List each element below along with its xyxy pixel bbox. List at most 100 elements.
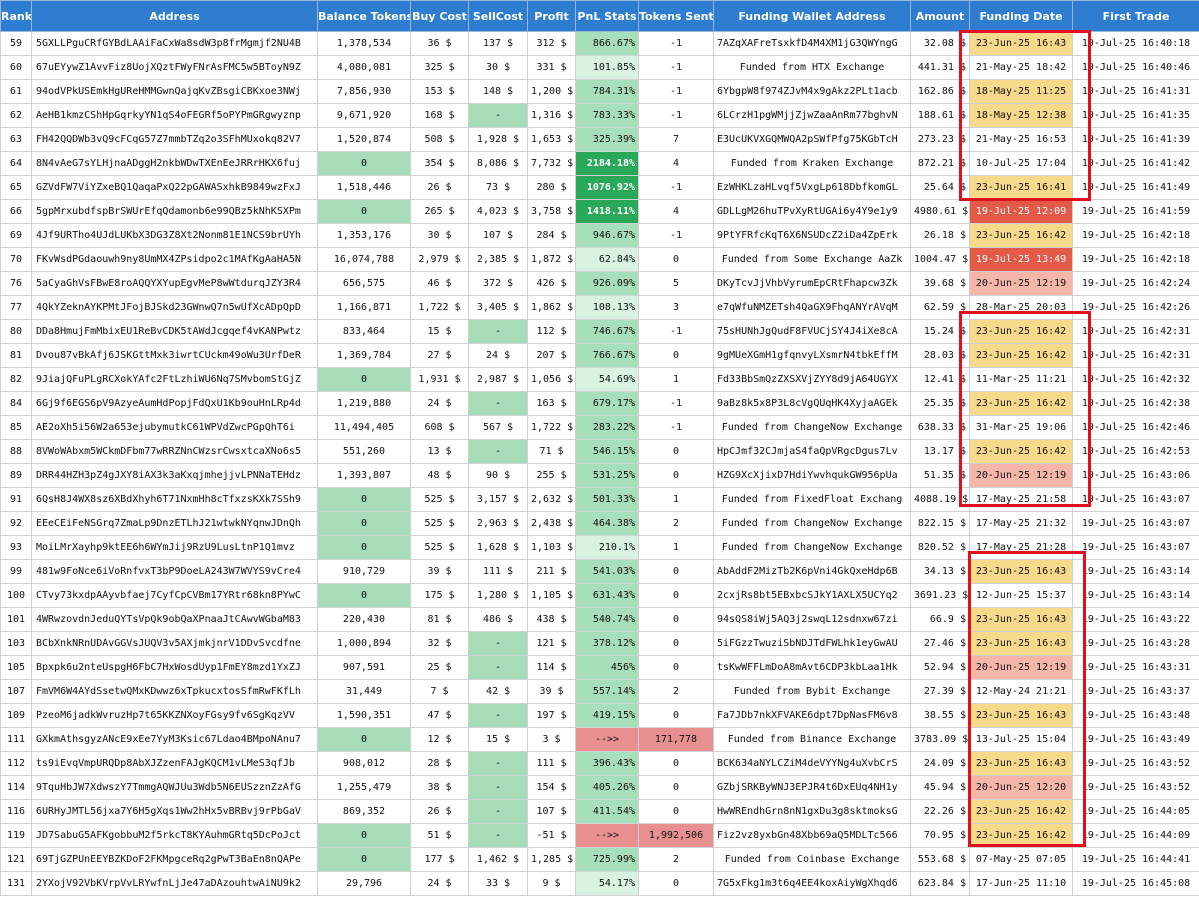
funding-wallet-cell: Funded from Bybit Exchange [713,679,911,704]
table-row[interactable]: 131 2YXojV92VbKVrpVvLRYwfnLjJe47aDAzouhtw… [0,871,1199,896]
table-row[interactable]: 116 6URHyJMTL56jxa7Y6H5gXqs1Ww2hHx5vBRBvj… [0,799,1199,824]
table-row[interactable]: 89 DRR44HZH3pZ4gJXY8iAX3k3aKxqjmhejjvLPNN… [0,463,1199,488]
table-row[interactable]: 107 FmVM6W4AYdSsetwQMxKDwwz6xTpkucxtosSfm… [0,679,1199,704]
funding-wallet-cell: 9PtYFRfcKqT6X6NSUDcZ2iDa4ZpErk [713,223,911,248]
buy-cost-cell: 525 $ [410,511,469,536]
rank-cell: 99 [0,559,32,584]
sell-cost-cell: 137 $ [468,31,528,56]
table-row[interactable]: 99 481w9FoNce6iVoRnfvxT3bP9DoeLA243W7WVYS… [0,559,1199,584]
table-row[interactable]: 105 Bpxpk6u2nteUspgH6FbC7HxWosdUyp1FmEY8m… [0,655,1199,680]
amount-cell: 70.95 $ [910,823,970,848]
amount-cell: 4980.61 $ [910,199,970,224]
buy-cost-cell: 265 $ [410,199,469,224]
table-row[interactable]: 93 MoiLMrXayhp9ktEE6h6WYmJij9RzU9LusLtnP1… [0,535,1199,560]
address-cell: 4QkYZeknAYKPMtJFojBJSkd23GWnwQ7n5wUfXcAD… [31,295,318,320]
column-header-amount[interactable]: Amount [910,0,970,32]
address-cell: JD7SabuG5AFKgobbuM2f5rkcT8KYAuhmGRtq5DcP… [31,823,318,848]
table-row[interactable]: 66 5gpMrxubdfspBrSWUrEfqQdamonb6e99QBz5kN… [0,199,1199,224]
funding-wallet-cell: 6LCrzH1pgWMjjZjwZaaAnRm77bghvN [713,103,911,128]
table-row[interactable]: 81 Dvou87vBkAfj6JSKGttMxk3iwrtCUckm49oWu3… [0,343,1199,368]
table-row[interactable]: 82 9JiajQFuPLgRCXokYAfc2FtLzhiWU6Nq7SMvbo… [0,367,1199,392]
table-row[interactable]: 84 6Gj9f6EGS6pV9AzyeAumHdPopjFdQxU1Kb9ouH… [0,391,1199,416]
sell-cost-cell: 1,280 $ [468,583,528,608]
pnl-cell: 557.14% [575,679,639,704]
column-header-rank[interactable]: Rank [0,0,32,32]
table-row[interactable]: 59 5GXLLPguCRfGYBdLAAiFaCxWa8sdW3p8frMgmj… [0,31,1199,56]
column-header-balance-tokens[interactable]: Balance Tokens [317,0,411,32]
pnl-cell: 501.33% [575,487,639,512]
amount-cell: 28.03 $ [910,343,970,368]
table-row[interactable]: 111 GXkmAthsgyzANcE9xEe7YyM3Ksic67Ldao4BM… [0,727,1199,752]
pnl-cell: 108.13% [575,295,639,320]
address-cell: 5gpMrxubdfspBrSWUrEfqQdamonb6e99QBz5kNhK… [31,199,318,224]
table-row[interactable]: 64 8N4vAeG7sYLHjnaADggH2nkbWDwTXEnEeJRRrH… [0,151,1199,176]
first-trade-cell: 19-Jul-25 16:42:46 [1072,415,1199,440]
buy-cost-cell: 26 $ [410,799,469,824]
address-cell: FmVM6W4AYdSsetwQMxKDwwz6xTpkucxtosSfmRwF… [31,679,318,704]
balance-cell: 1,378,534 [317,31,411,56]
column-header-first-trade[interactable]: First Trade [1072,0,1199,32]
table-row[interactable]: 103 BCbXnkNRnUDAvGGVsJUQV3v5AXjmkjnrV1DDv… [0,631,1199,656]
table-row[interactable]: 69 4Jf9URTho4UJdLUKbX3DG3Z8Xt2Nonm81E1NCS… [0,223,1199,248]
profit-cell: 1,105 $ [527,583,576,608]
address-cell: CTvy73kxdpAAyvbfaej7CyfCpCVBm17YRtr68kn8… [31,583,318,608]
address-cell: FH42QQDWb3vQ9cFCqG57Z7mmbTZq2o3SFhMUxokq… [31,127,318,152]
amount-cell: 45.94 $ [910,775,970,800]
address-cell: GZVdFW7ViYZxeBQ1QaqaPxQ22pGAWASxhkB9849w… [31,175,318,200]
rank-cell: 119 [0,823,32,848]
profit-cell: 438 $ [527,607,576,632]
table-row[interactable]: 112 ts9iEvqVmpURQDp8AbXJZzenFAJgKQCM1vLMe… [0,751,1199,776]
first-trade-cell: 19-Jul-25 16:43:06 [1072,463,1199,488]
column-header-address[interactable]: Address [31,0,318,32]
table-row[interactable]: 101 4WRwzovdnJeduQYTsVpQk9obQaXPnaaJtCAwv… [0,607,1199,632]
column-header-profit[interactable]: Profit [527,0,576,32]
amount-cell: 1004.47 $ [910,247,970,272]
balance-cell: 907,591 [317,655,411,680]
amount-cell: 51.35 $ [910,463,970,488]
funding-date-cell: 21-May-25 16:53 [969,127,1073,152]
table-row[interactable]: 109 PzeoM6jadkWvruzHp7t65KKZNXoyFGsy9fv6S… [0,703,1199,728]
table-row[interactable]: 121 69TjGZPUnEEYBZKDoF2FKMpgceRq2gPwT3BaE… [0,847,1199,872]
column-header-pnl-stats[interactable]: PnL Stats [575,0,639,32]
table-row[interactable]: 85 AE2oXh5i56W2a653ejubymutkC61WPVdZwcPGp… [0,415,1199,440]
first-trade-cell: 19-Jul-25 16:42:53 [1072,439,1199,464]
table-row[interactable]: 61 94odVPkUSEmkHgUReHMMGwnQajqKvZBsgiCBKx… [0,79,1199,104]
tokens-sent-cell: 0 [638,463,714,488]
buy-cost-cell: 39 $ [410,559,469,584]
first-trade-cell: 19-Jul-25 16:44:09 [1072,823,1199,848]
column-header-tokens-sent[interactable]: Tokens Sent [638,0,714,32]
address-cell: 4Jf9URTho4UJdLUKbX3DG3Z8Xt2Nonm81E1NCS9b… [31,223,318,248]
table-row[interactable]: 62 AeHB1kmzCShHpGqrkyYN1qS4oFEGRf5oPYPmGR… [0,103,1199,128]
address-cell: AE2oXh5i56W2a653ejubymutkC61WPVdZwcPGpQh… [31,415,318,440]
buy-cost-cell: 175 $ [410,583,469,608]
funding-date-cell: 31-Mar-25 19:06 [969,415,1073,440]
table-row[interactable]: 77 4QkYZeknAYKPMtJFojBJSkd23GWnwQ7n5wUfXc… [0,295,1199,320]
table-row[interactable]: 100 CTvy73kxdpAAyvbfaej7CyfCpCVBm17YRtr68… [0,583,1199,608]
column-header-funding-date[interactable]: Funding Date [969,0,1073,32]
table-row[interactable]: 119 JD7SabuG5AFKgobbuM2f5rkcT8KYAuhmGRtq5… [0,823,1199,848]
table-row[interactable]: 88 8VWoWAbxm5WCkmDFbm77wRRZNnCWzsrCwsxtca… [0,439,1199,464]
sell-cost-cell: 486 $ [468,607,528,632]
column-header-sell-cost[interactable]: SellCost [468,0,528,32]
balance-cell: 0 [317,487,411,512]
column-header-buy-cost[interactable]: Buy Cost [410,0,469,32]
funding-date-cell: 17-May-25 21:28 [969,535,1073,560]
table-row[interactable]: 91 6QsH8J4WX8sz6XBdXhyh6T71NxmHh8cTfxzsKX… [0,487,1199,512]
profit-cell: 312 $ [527,31,576,56]
table-row[interactable]: 60 67uEYywZ1AvvFiz8UojXQztFWyFNrAsFMC5w5B… [0,55,1199,80]
funding-wallet-cell: 2cxjRs8bt5EBxbcSJkY1AXLX5UCYq2 [713,583,911,608]
table-row[interactable]: 80 DDa8HmujFmMbixEU1ReBvCDK5tAWdJcgqef4vK… [0,319,1199,344]
sell-cost-cell: 24 $ [468,343,528,368]
column-header-funding-wallet-address[interactable]: Funding Wallet Address [713,0,911,32]
funding-date-cell: 19-Jul-25 12:09 [969,199,1073,224]
table-row[interactable]: 63 FH42QQDWb3vQ9cFCqG57Z7mmbTZq2o3SFhMUxo… [0,127,1199,152]
table-row[interactable]: 70 FKvWsdPGdaouwh9ny8UmMX4ZPsidpo2c1MAfKg… [0,247,1199,272]
table-row[interactable]: 114 9TquHbJW7XdwszY7TmmgAQWJUu3Wdb5N6EUSz… [0,775,1199,800]
balance-cell: 869,352 [317,799,411,824]
table-row[interactable]: 76 5aCyaGhVsFBwE8roAQQYXYupEgvMeP8wWtdurq… [0,271,1199,296]
table-row[interactable]: 65 GZVdFW7ViYZxeBQ1QaqaPxQ22pGAWASxhkB984… [0,175,1199,200]
buy-cost-cell: 47 $ [410,703,469,728]
balance-cell: 0 [317,727,411,752]
profit-cell: 71 $ [527,439,576,464]
table-row[interactable]: 92 EEeCEiFeNSGrq7ZmaLp9DnzETLhJ21wtwkNYqn… [0,511,1199,536]
